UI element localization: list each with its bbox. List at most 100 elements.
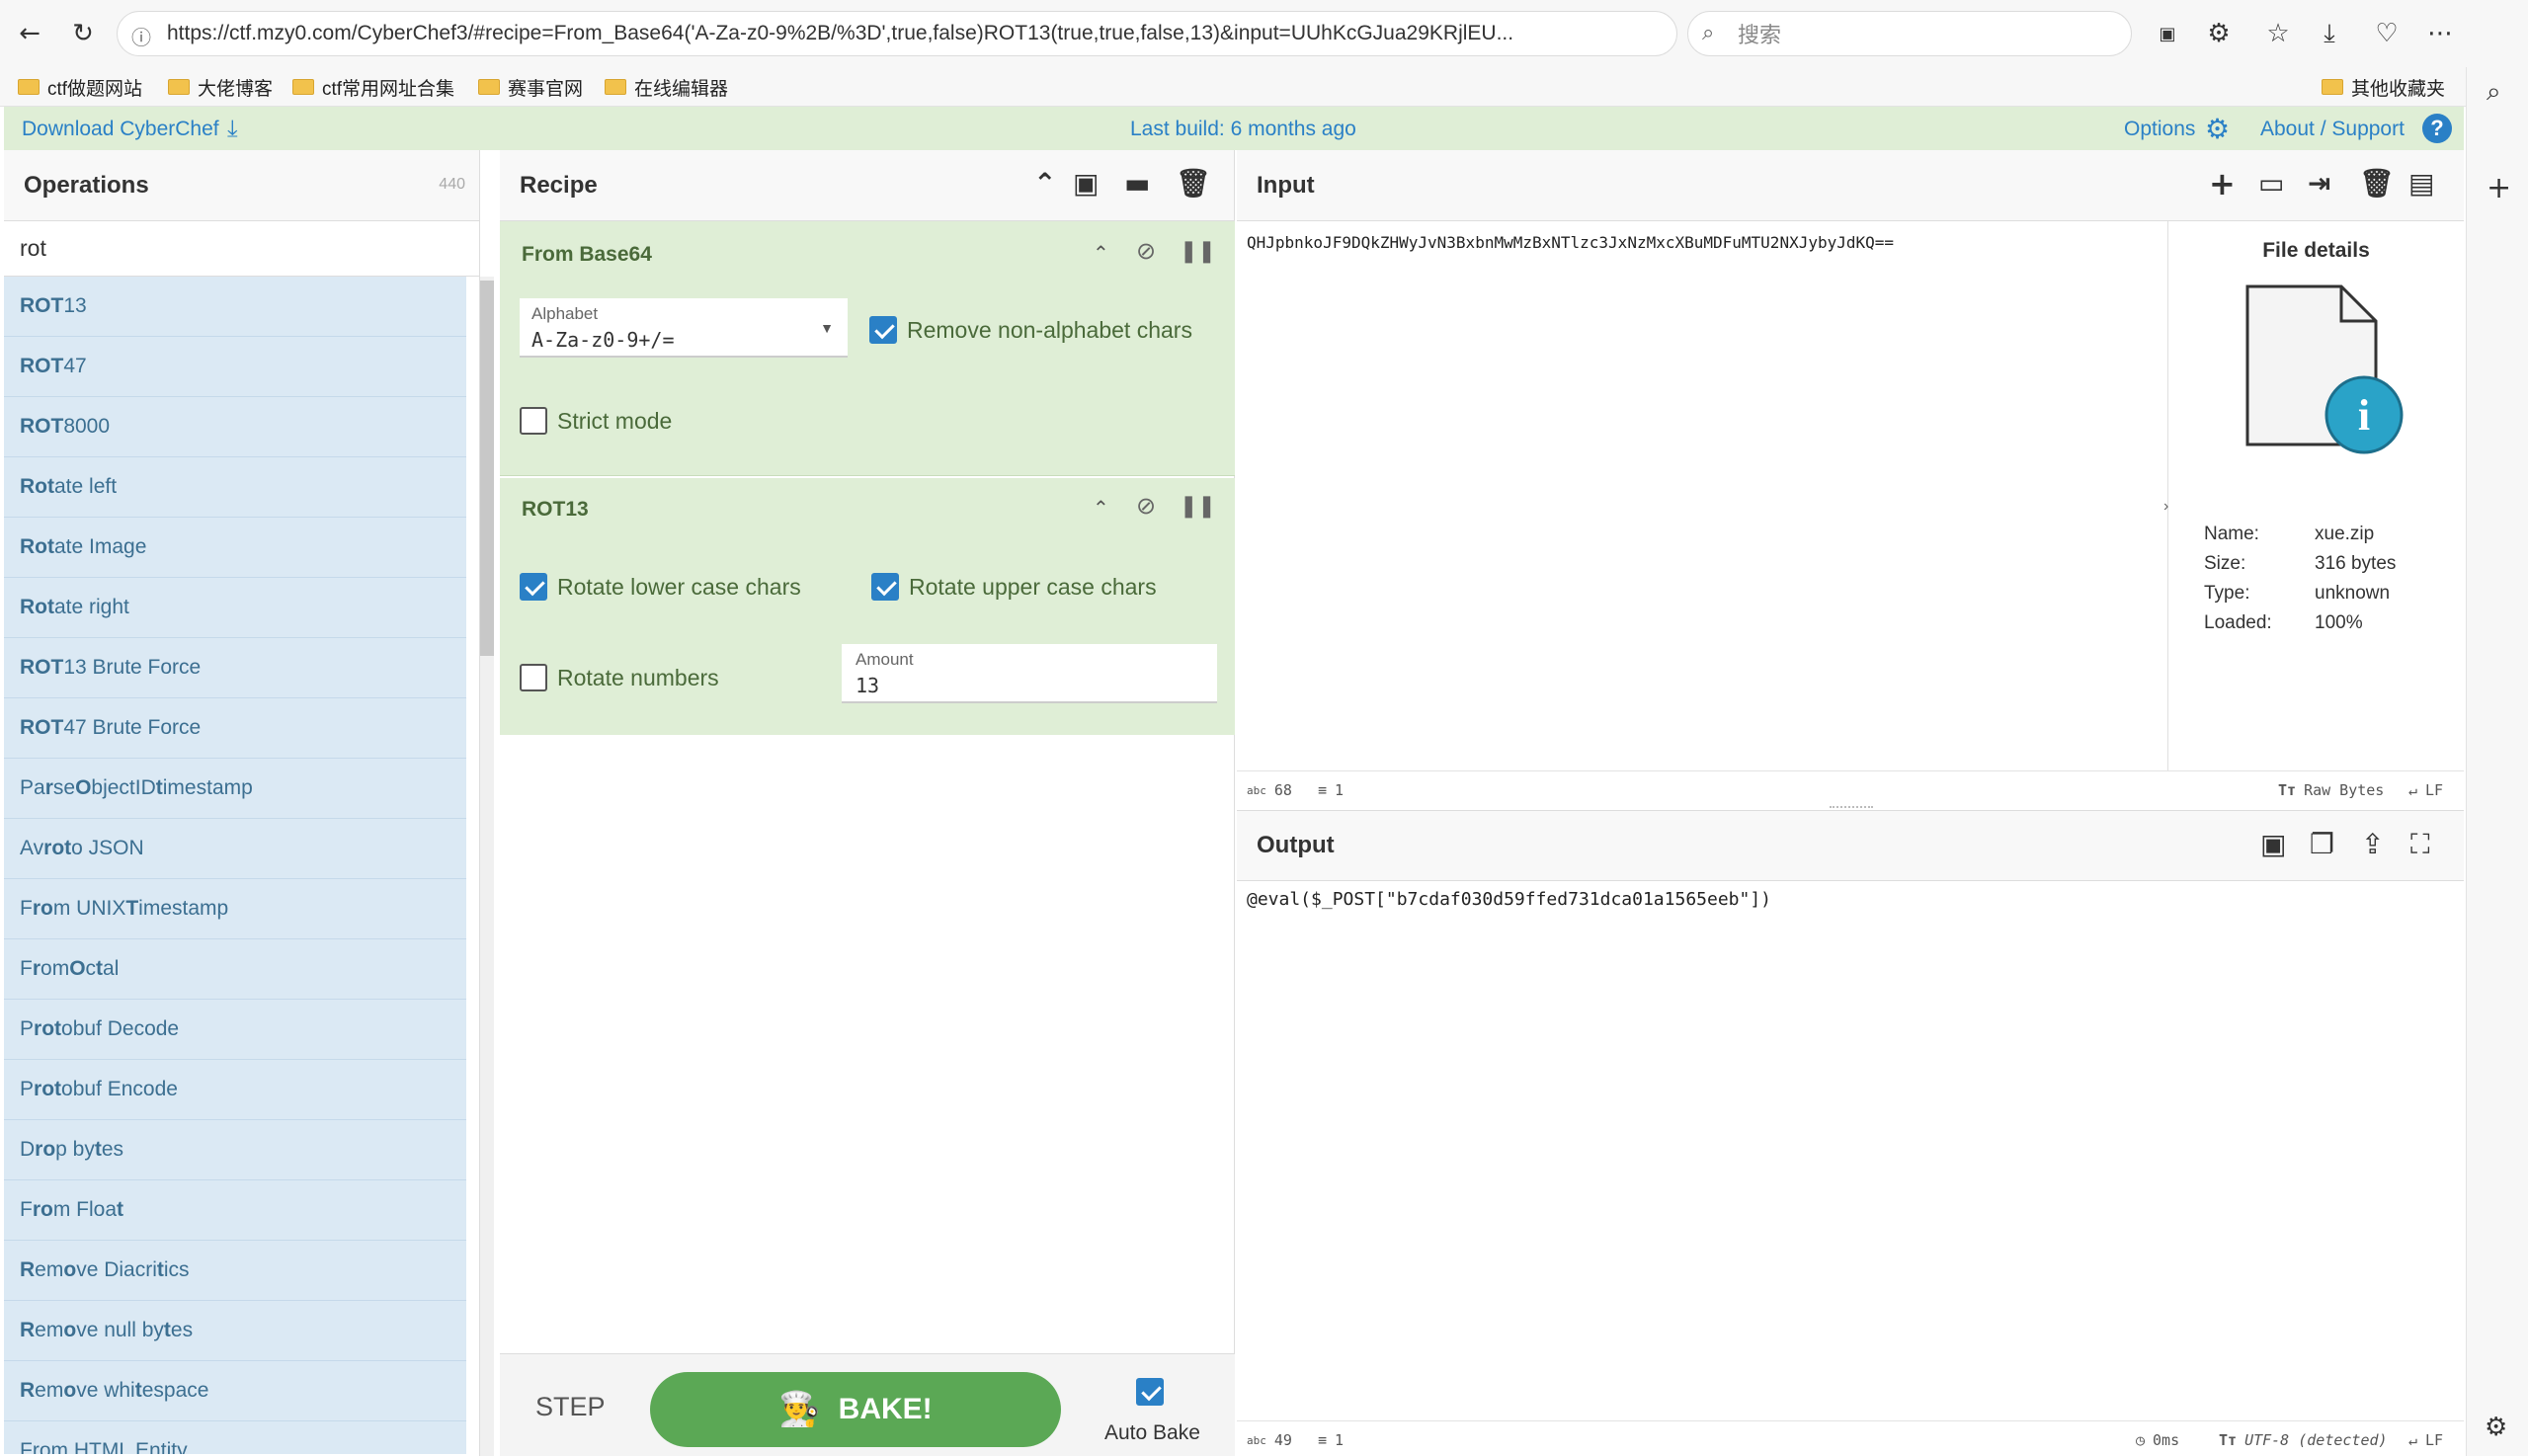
operation-item[interactable]: Pro t obuf Encode	[4, 1060, 466, 1120]
trash-icon[interactable]: 🗑	[1176, 170, 1211, 198]
operation-item[interactable]: ROT 13 Brute Force	[4, 638, 466, 698]
download-link[interactable]: Download CyberChef	[22, 118, 219, 141]
operation-item[interactable]: Rot ate Image	[4, 518, 466, 578]
checkbox-checked[interactable]	[871, 573, 899, 601]
operation-item[interactable]: Pa r se ObjectID t imestamp	[4, 759, 466, 819]
address-bar[interactable]: ⓘ https://ctf.mzy0.com/CyberChef3/#recip…	[117, 11, 1677, 56]
checkbox-checked[interactable]	[520, 573, 547, 601]
settings-icon[interactable]: ⚙	[2485, 1415, 2507, 1440]
operation-item[interactable]: From HTML Entity	[4, 1421, 466, 1454]
other-bookmarks-folder[interactable]: 其他收藏夹	[2322, 71, 2445, 103]
more-menu-icon[interactable]: ⋯	[2420, 14, 2460, 53]
save-icon[interactable]: ▣	[1073, 170, 1099, 198]
operation-item[interactable]: ROT 13	[4, 277, 466, 337]
refresh-icon[interactable]: ↻	[63, 14, 103, 53]
amount-input[interactable]: Amount 13	[842, 644, 1217, 703]
maximize-icon[interactable]: ⛶	[2410, 831, 2430, 858]
chevron-up-icon[interactable]: ⌃	[1093, 498, 1109, 518]
disable-icon[interactable]: ⊘	[1136, 494, 1156, 518]
downloads-icon[interactable]: ⤓	[2310, 14, 2349, 53]
remove-nonalphabet-checkbox[interactable]: Remove non-alphabet chars	[869, 316, 1192, 344]
operation-item[interactable]: Rot ate left	[4, 457, 466, 518]
match-highlight: ROT	[20, 355, 64, 377]
step-button[interactable]: STEP	[535, 1392, 606, 1422]
copy-icon[interactable]: ❐	[2310, 831, 2334, 858]
help-icon[interactable]: ?	[2422, 114, 2452, 143]
rotate-upper-checkbox[interactable]: Rotate upper case chars	[871, 573, 1157, 601]
options-link[interactable]: Options	[2124, 118, 2195, 141]
operation-item[interactable]: ROT 8000	[4, 397, 466, 457]
rotate-lower-checkbox[interactable]: Rotate lower case chars	[520, 573, 801, 601]
strict-mode-checkbox[interactable]: Strict mode	[520, 407, 672, 435]
favorites-icon[interactable]: ☆	[2258, 14, 2298, 53]
operation-label: ate Image	[54, 535, 147, 558]
chef-icon: 👨‍🍳	[778, 1390, 821, 1429]
bookmark-folder[interactable]: 赛事官网	[478, 71, 583, 103]
checkbox-unchecked[interactable]	[520, 664, 547, 691]
alphabet-select[interactable]: Alphabet A-Za-z0-9+/= ▼	[520, 298, 848, 358]
operation-label: 13	[63, 294, 87, 317]
add-icon[interactable]: +	[2487, 174, 2511, 203]
folder-icon	[18, 79, 40, 95]
bake-button[interactable]: 👨‍🍳 BAKE!	[650, 1372, 1061, 1447]
operation-item[interactable]: ROT 47 Brute Force	[4, 698, 466, 759]
operations-scrollbar[interactable]	[480, 277, 494, 1456]
operation-item[interactable]: Rem o ve null by t es	[4, 1301, 466, 1361]
checkbox-label: Rotate upper case chars	[909, 573, 1157, 600]
save-icon[interactable]: ▣	[2260, 831, 2286, 858]
operation-item[interactable]: Dro p by t es	[4, 1120, 466, 1180]
site-info-icon[interactable]: ⓘ	[131, 22, 151, 50]
extensions-icon[interactable]: ⚙	[2199, 14, 2239, 53]
operation-item[interactable]: Fro m UNIX Timestamp	[4, 879, 466, 939]
operation-item[interactable]: Rem o ve whi t espace	[4, 1361, 466, 1421]
bookmark-folder[interactable]: ctf做题网站	[18, 71, 142, 103]
input-eol-select[interactable]: ↵ LF	[2408, 781, 2443, 799]
breakpoint-icon[interactable]: ❚❚	[1180, 241, 1216, 263]
about-link[interactable]: About / Support	[2260, 118, 2405, 141]
bookmark-folder[interactable]: ctf常用网址合集	[292, 71, 454, 103]
add-tab-icon[interactable]: +	[2209, 168, 2236, 200]
match-highlight: ROT	[20, 656, 64, 679]
layout-icon[interactable]: ▤	[2408, 170, 2434, 198]
operation-item[interactable]: Fro m Floa t	[4, 1180, 466, 1241]
trash-icon[interactable]: 🗑	[2359, 170, 2395, 198]
cyberchef-banner: Download CyberChef ⤓ Last build: 6 month…	[4, 107, 2464, 150]
output-eol-select[interactable]: ↵ LF	[2408, 1431, 2443, 1449]
output-text[interactable]: @eval($_POST["b7cdaf030d59ffed731dca01a1…	[1247, 889, 1771, 910]
operation-item[interactable]: Rem o ve Diacri t ics	[4, 1241, 466, 1301]
operation-item[interactable]: Av ro to JSON	[4, 819, 466, 879]
auto-bake-checkbox[interactable]	[1136, 1378, 1164, 1406]
input-text[interactable]: QHJpbnkoJF9DQkZHWyJvN3BxbnMwMzBxNTlzc3Jx…	[1247, 233, 2156, 252]
replace-input-icon[interactable]: ⇪	[2361, 831, 2384, 858]
ebook-icon[interactable]: ▣	[2148, 14, 2187, 53]
download-icon[interactable]: ⤓	[227, 115, 238, 142]
rotate-numbers-checkbox[interactable]: Rotate numbers	[520, 664, 719, 691]
disable-icon[interactable]: ⊘	[1136, 239, 1156, 263]
operation-item[interactable]: Fr om Oc t al	[4, 939, 466, 1000]
output-encoding-select[interactable]: Tт UTF-8 (detected)	[2219, 1431, 2388, 1449]
chevron-up-icon[interactable]: ⌃	[1093, 243, 1109, 263]
amount-label: Amount	[856, 650, 914, 669]
operations-search-input[interactable]: rot	[4, 221, 479, 277]
breakpoint-icon[interactable]: ❚❚	[1180, 496, 1216, 518]
collapse-file-details-icon[interactable]: ›	[2163, 498, 2168, 516]
operation-item[interactable]: Pro t obuf Decode	[4, 1000, 466, 1060]
browser-search-input[interactable]: ⌕ 搜索	[1687, 11, 2132, 56]
operation-item[interactable]: ROT 47	[4, 337, 466, 397]
checkbox-checked[interactable]	[1136, 1378, 1164, 1406]
bookmark-folder[interactable]: 在线编辑器	[605, 71, 728, 103]
checkbox-checked[interactable]	[869, 316, 897, 344]
bookmark-folder[interactable]: 大佬博客	[168, 71, 273, 103]
performance-icon[interactable]: ♡	[2367, 14, 2406, 53]
folder-open-icon[interactable]: ▬	[1124, 170, 1150, 198]
search-icon[interactable]: ⌕	[2487, 79, 2501, 105]
alphabet-value: A-Za-z0-9+/=	[531, 328, 675, 352]
gear-icon[interactable]: ⚙	[2205, 113, 2230, 145]
open-folder-icon[interactable]: ▭	[2258, 170, 2284, 198]
back-icon[interactable]: ←	[10, 14, 49, 53]
input-encoding-select[interactable]: Tт Raw Bytes	[2278, 781, 2384, 799]
open-file-icon[interactable]: ⇥	[2308, 170, 2330, 198]
checkbox-unchecked[interactable]	[520, 407, 547, 435]
operation-item[interactable]: Rot ate right	[4, 578, 466, 638]
chevron-up-icon[interactable]: ⌃	[1033, 170, 1056, 198]
